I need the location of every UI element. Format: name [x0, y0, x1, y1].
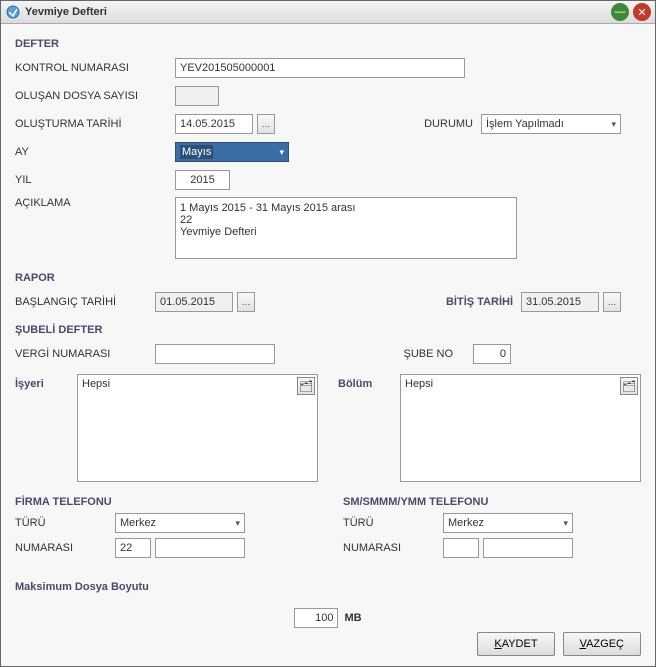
label-sm-turu: TÜRÜ — [343, 517, 443, 529]
titlebar: Yevmiye Defteri — ✕ — [1, 1, 655, 24]
isyeri-list-item: Hepsi — [82, 378, 110, 390]
sm-numarasi-area-input[interactable] — [443, 538, 479, 558]
olusan-dosya-sayisi-input[interactable] — [175, 86, 219, 106]
isyeri-list[interactable]: Hepsi 🗂 — [77, 374, 318, 482]
label-vergi-numarasi: VERGİ NUMARASI — [15, 348, 155, 360]
window-title: Yevmiye Defteri — [25, 6, 607, 18]
label-olusturma-tarihi: OLUŞTURMA TARİHİ — [15, 118, 175, 130]
durumu-selected: İşlem Yapılmadı — [486, 118, 564, 130]
label-sm-numarasi: NUMARASI — [343, 542, 443, 554]
label-firma-numarasi: NUMARASI — [15, 542, 115, 554]
label-bolum: Bölüm — [338, 374, 394, 390]
window-frame: Yevmiye Defteri — ✕ DEFTER KONTROL NUMAR… — [0, 0, 656, 667]
minimize-button[interactable]: — — [611, 3, 629, 21]
chevron-down-icon: ▾ — [563, 518, 568, 529]
baslangic-tarihi-picker-button[interactable]: … — [237, 292, 255, 312]
firma-turu-select[interactable]: Merkez ▾ — [115, 513, 245, 533]
label-maks-dosya: Maksimum Dosya Boyutu — [15, 581, 149, 593]
firma-numarasi-area-input[interactable] — [115, 538, 151, 558]
bitis-tarihi-input[interactable] — [521, 292, 599, 312]
section-defter: DEFTER — [15, 38, 641, 50]
olusturma-tarihi-input[interactable] — [175, 114, 253, 134]
label-bitis-tarihi: BİTİŞ TARİHİ — [446, 296, 513, 308]
lookup-icon: 🗂 — [299, 380, 313, 393]
durumu-select[interactable]: İşlem Yapılmadı ▾ — [481, 114, 621, 134]
sube-no-input[interactable] — [473, 344, 511, 364]
label-durumu: DURUMU — [424, 118, 473, 130]
chevron-down-icon: ▾ — [235, 518, 240, 529]
firma-turu-selected: Merkez — [120, 517, 156, 529]
section-firma-telefonu: FİRMA TELEFONU — [15, 496, 313, 508]
lookup-icon: 🗂 — [622, 380, 636, 393]
ay-select[interactable]: Mayıs ▾ — [175, 142, 289, 162]
bolum-list-item: Hepsi — [405, 378, 433, 390]
save-button[interactable]: KAYDET — [477, 632, 554, 656]
label-olusan-dosya-sayisi: OLUŞAN DOSYA SAYISI — [15, 90, 175, 102]
close-icon: ✕ — [637, 6, 646, 19]
minimize-icon: — — [615, 6, 626, 18]
label-kontrol-numarasi: KONTROL NUMARASI — [15, 62, 175, 74]
label-sube-no: ŞUBE NO — [403, 348, 453, 360]
label-mb: MB — [344, 612, 361, 624]
bolum-lookup-button[interactable]: 🗂 — [620, 377, 638, 395]
section-sm-telefonu: SM/SMMM/YMM TELEFONU — [343, 496, 641, 508]
aciklama-textarea[interactable] — [175, 197, 517, 259]
isyeri-lookup-button[interactable]: 🗂 — [297, 377, 315, 395]
vergi-numarasi-input[interactable] — [155, 344, 275, 364]
label-ay: AY — [15, 146, 175, 158]
sm-turu-selected: Merkez — [448, 517, 484, 529]
section-rapor: RAPOR — [15, 272, 641, 284]
ay-selected: Mayıs — [180, 145, 213, 159]
cancel-button[interactable]: VAZGEÇ — [563, 632, 641, 656]
maks-dosya-input[interactable] — [294, 608, 338, 628]
kontrol-numarasi-input[interactable] — [175, 58, 465, 78]
label-firma-turu: TÜRÜ — [15, 517, 115, 529]
bolum-list[interactable]: Hepsi 🗂 — [400, 374, 641, 482]
section-subeli-defter: ŞUBELİ DEFTER — [15, 324, 641, 336]
sm-turu-select[interactable]: Merkez ▾ — [443, 513, 573, 533]
content-area: DEFTER KONTROL NUMARASI OLUŞAN DOSYA SAY… — [1, 24, 655, 666]
label-baslangic-tarihi: BAŞLANGIÇ TARİHİ — [15, 296, 155, 308]
label-yil: YIL — [15, 174, 175, 186]
label-aciklama: AÇIKLAMA — [15, 197, 175, 209]
baslangic-tarihi-input[interactable] — [155, 292, 233, 312]
label-isyeri: İşyeri — [15, 374, 71, 390]
bitis-tarihi-picker-button[interactable]: … — [603, 292, 621, 312]
olusturma-tarihi-picker-button[interactable]: … — [257, 114, 275, 134]
close-button[interactable]: ✕ — [633, 3, 651, 21]
sm-numarasi-input[interactable] — [483, 538, 573, 558]
firma-numarasi-input[interactable] — [155, 538, 245, 558]
chevron-down-icon: ▾ — [279, 147, 284, 158]
app-icon — [5, 4, 21, 20]
chevron-down-icon: ▾ — [611, 119, 616, 130]
yil-input[interactable] — [175, 170, 230, 190]
